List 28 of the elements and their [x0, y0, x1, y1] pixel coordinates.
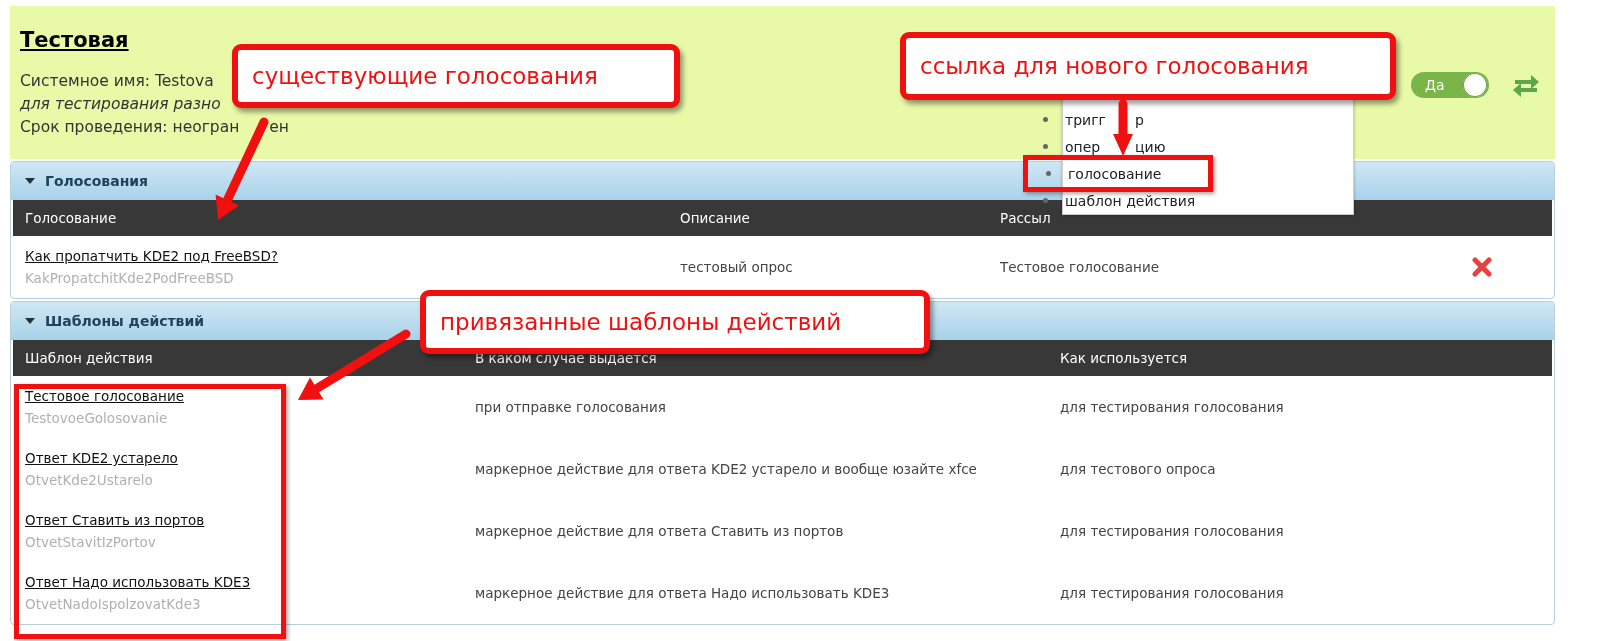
table-cell-text: при отправке голосования: [475, 399, 667, 415]
table-cell-text: маркерное действие для ответа KDE2 устарело и вообще юзайте xfce: [475, 461, 978, 477]
system-name-text: TestovoeGolosovanie: [25, 410, 168, 426]
table-cell-text: для тестирования голосования: [1060, 399, 1285, 415]
table-cell-text: для тестирования голосования: [1060, 585, 1285, 601]
table-cell-text: тестовый опрос: [680, 259, 794, 275]
section-title: Шаблоны действий: [45, 313, 205, 329]
description-text: для тестирования разно: [20, 94, 222, 115]
callout-tooltip: ссылка для нового голосования: [900, 32, 1396, 100]
callout-tooltip: существующие голосования: [232, 44, 680, 108]
column-header: Рассыл: [1000, 210, 1052, 226]
system-name-text: OtvetNadoIspolzovatKde3: [25, 596, 201, 612]
column-header: Как используется: [1060, 350, 1189, 366]
section-title: Голосования: [45, 173, 149, 189]
term-text: Срок проведения: неогран: [20, 117, 240, 138]
callout-tooltip: привязанные шаблоны действий: [420, 290, 930, 354]
column-header: Шаблон действия: [25, 350, 154, 366]
system-name-text: KakPropatchitKde2PodFreeBSD: [25, 270, 234, 286]
system-name-text: OtvetStavitIzPortov: [25, 534, 156, 550]
table-cell-text: маркерное действие для ответа Ставить из портов: [475, 523, 845, 539]
column-header: Описание: [680, 210, 751, 226]
table-cell-text: для тестирования голосования: [1060, 523, 1285, 539]
table-cell-text: для тестового опроса: [1060, 461, 1217, 477]
table-cell-text: Тестовое голосование: [1000, 259, 1160, 275]
term-text: ен: [269, 117, 289, 138]
table-cell-text: маркерное действие для ответа Надо использовать KDE3: [475, 585, 891, 601]
system-name-text: OtvetKde2Ustarelo: [25, 472, 153, 488]
column-header: Голосование: [25, 210, 118, 226]
